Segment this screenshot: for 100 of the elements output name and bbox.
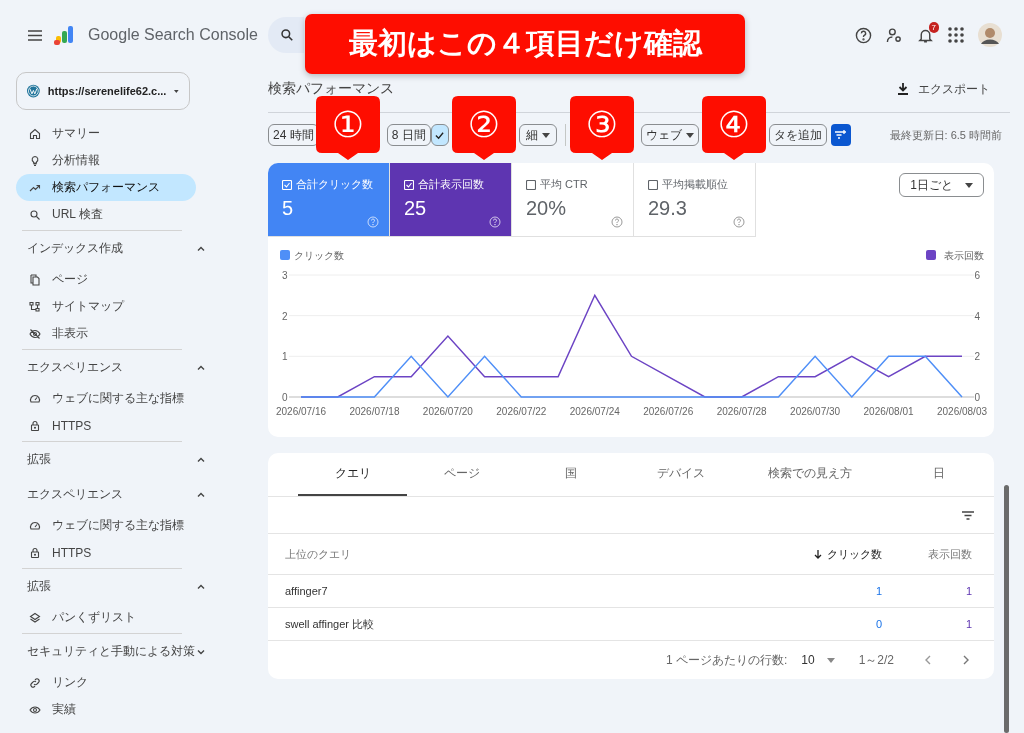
tab[interactable]: ページ xyxy=(407,453,517,496)
scrollbar[interactable] xyxy=(1004,485,1009,733)
table-cell-text: 0 xyxy=(874,618,882,630)
metric-tile[interactable]: 平均掲載順位 29.3 xyxy=(634,163,756,237)
column-header: 上位のクエリ xyxy=(285,546,352,562)
home-icon xyxy=(29,127,41,140)
axis-title: 表示回数 xyxy=(944,250,984,261)
nav-item[interactable]: URL 検査 xyxy=(16,201,196,228)
axis-tick-label: 0 xyxy=(282,392,288,403)
nav-item[interactable]: ページ xyxy=(16,266,196,293)
checked-checkbox-icon[interactable] xyxy=(404,179,414,190)
previous-page-icon[interactable] xyxy=(924,655,932,665)
nav-item[interactable]: 実績 xyxy=(16,696,196,723)
notification-badge: 7 xyxy=(928,21,939,33)
interval-dropdown[interactable]: 1日ごと xyxy=(899,173,984,197)
search-field[interactable] xyxy=(268,17,304,53)
nav-item[interactable]: ウェブに関する主な指標 xyxy=(16,512,196,539)
next-page-icon[interactable] xyxy=(962,655,970,665)
help-icon[interactable] xyxy=(855,26,872,44)
lightbulb-icon xyxy=(29,154,41,167)
metric-value: 5 xyxy=(282,197,295,220)
page-range: 1～2/2 xyxy=(858,651,894,669)
tab[interactable]: 国 xyxy=(516,453,627,496)
rows-per-page-label: 1 ページあたりの行数: xyxy=(665,651,788,669)
axis-tick-label: 2026/07/20 xyxy=(422,406,473,417)
axis-tick-label: 6 xyxy=(974,270,980,281)
metric-tile[interactable]: 平均 CTR 20% xyxy=(512,163,634,237)
axis-tick-label: 0 xyxy=(974,392,980,403)
nav-item[interactable]: ウェブに関する主な指標 xyxy=(16,385,196,412)
metric-label: 合計表示回数 xyxy=(418,177,484,192)
number-callout: ① xyxy=(316,96,380,160)
section-heading: インデックス作成 xyxy=(27,240,123,257)
search-type-dropdown[interactable]: ウェブ xyxy=(640,124,699,146)
column-header: 表示回数 xyxy=(927,546,972,562)
rows-per-page-dropdown[interactable]: 10 xyxy=(801,653,835,667)
tab[interactable]: 日 xyxy=(884,453,994,496)
dropdown-caret-icon xyxy=(174,88,179,94)
metric-value: 29.3 xyxy=(648,197,688,220)
pages-icon xyxy=(29,273,41,286)
link-icon xyxy=(29,676,41,689)
add-filter-button[interactable]: タを追加 xyxy=(768,124,827,146)
nav-item[interactable]: 分析情報 xyxy=(16,147,196,174)
nav-item[interactable]: HTTPS xyxy=(16,412,196,439)
date-range-option[interactable]: 8 日間 xyxy=(386,124,431,146)
layers-icon xyxy=(29,611,41,624)
property-selector[interactable]: https://serenelife62.c... xyxy=(16,72,190,110)
axis-tick-label: 2026/07/22 xyxy=(496,406,547,417)
admin-settings-icon[interactable] xyxy=(886,26,903,44)
checkbox-icon[interactable] xyxy=(648,179,658,190)
table-cell-text: 1 xyxy=(964,618,972,630)
lock-icon xyxy=(29,419,41,432)
dropdown-caret-icon xyxy=(685,132,694,138)
number-callout: ③ xyxy=(570,96,634,160)
avatar[interactable] xyxy=(978,23,1002,47)
search-icon[interactable] xyxy=(280,28,294,42)
number-callout: ② xyxy=(452,96,516,160)
nav-item[interactable]: リンク xyxy=(16,669,196,696)
gauge-icon xyxy=(29,519,41,532)
dropdown-caret-icon xyxy=(826,657,835,663)
download-icon xyxy=(898,83,908,95)
date-range-option[interactable]: 細 xyxy=(518,124,557,146)
axis-tick-label: 1 xyxy=(282,351,288,363)
table-cell-text: swell affinger 比較 xyxy=(285,616,376,632)
filter-settings-button[interactable] xyxy=(830,124,851,146)
menu-icon[interactable] xyxy=(28,29,42,41)
filter-icon[interactable] xyxy=(962,510,974,520)
metric-label: 平均掲載順位 xyxy=(662,177,728,192)
nav-item[interactable]: サイトマップ xyxy=(16,293,196,320)
tab[interactable]: デバイス xyxy=(626,453,736,496)
sortable-column-header[interactable]: クリック数 xyxy=(792,546,882,562)
date-range-option[interactable] xyxy=(430,124,449,146)
export-button[interactable]: エクスポート xyxy=(898,80,990,98)
table-cell-text: 1 xyxy=(964,585,972,597)
metric-tile[interactable]: 合計クリック数 5 xyxy=(268,163,390,237)
tab[interactable]: 検索での見え方 xyxy=(735,453,885,496)
axis-tick-label: 2026/08/01 xyxy=(863,406,914,417)
nav-item[interactable]: サマリー xyxy=(16,120,196,147)
axis-tick-label: 2026/07/26 xyxy=(643,406,694,417)
metric-tile[interactable]: 合計表示回数 25 xyxy=(390,163,512,237)
nav-item[interactable]: 非表示 xyxy=(16,320,196,347)
metric-label: 合計クリック数 xyxy=(296,177,373,192)
apps-icon[interactable] xyxy=(948,27,964,43)
tab[interactable]: クエリ xyxy=(298,453,408,496)
legend-swatch xyxy=(280,250,290,260)
product-name: Google Search Console xyxy=(88,26,258,44)
metric-label: 平均 CTR xyxy=(540,177,588,192)
filter-icon xyxy=(835,130,847,140)
number-callout: ④ xyxy=(702,96,766,160)
section-heading: セキュリティと手動による対策 xyxy=(27,643,195,660)
logo-icon xyxy=(54,24,76,46)
nav-item[interactable]: HTTPS xyxy=(16,539,196,566)
table-cell-text: 1 xyxy=(874,585,882,597)
nav-item[interactable]: 検索パフォーマンス xyxy=(16,174,196,201)
sitemap-icon xyxy=(29,300,41,313)
checkbox-icon[interactable] xyxy=(526,179,536,190)
axis-tick-label: 2026/07/18 xyxy=(349,406,400,417)
nav-item[interactable]: パンくずリスト xyxy=(16,604,196,631)
axis-tick-label: 2026/07/24 xyxy=(569,406,620,417)
checked-checkbox-icon[interactable] xyxy=(282,179,292,190)
axis-tick-label: 4 xyxy=(974,310,980,322)
